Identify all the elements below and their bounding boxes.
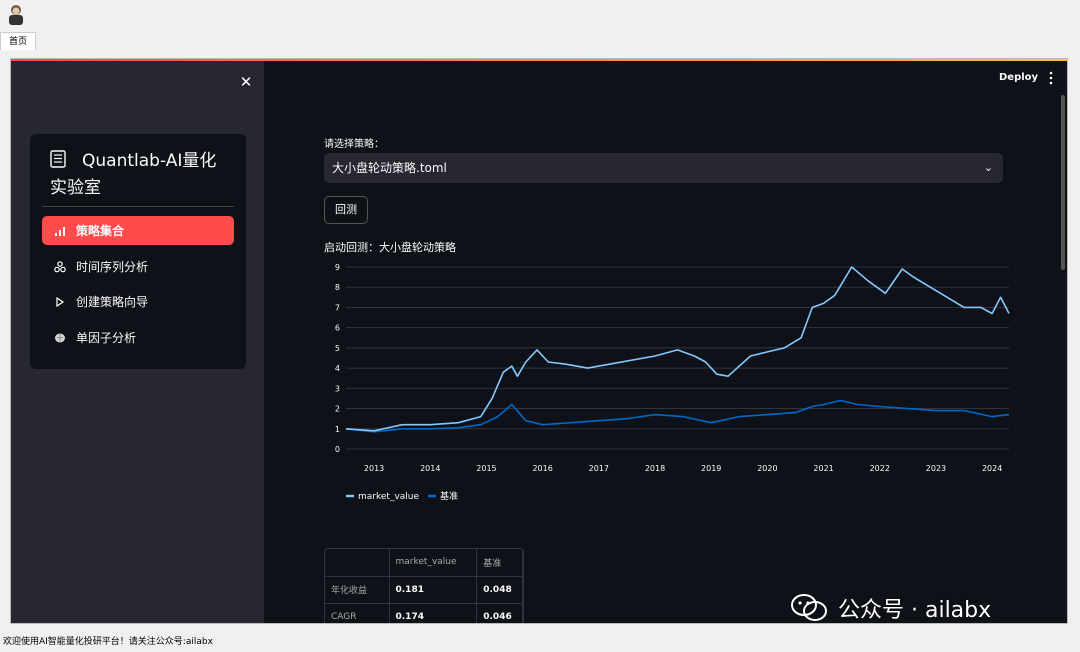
x-tick-label: 2020 [757,464,777,473]
backtest-status-text: 启动回测：大小盘轮动策略 [324,241,456,254]
table-cell-label: 年化收益 [325,576,390,604]
metrics-table: market_value 基准 年化收益 0.181 0.048 CAGR 0.… [324,548,524,623]
legend-label: 基准 [440,490,458,502]
x-tick-label: 2017 [589,464,609,473]
x-tick-label: 2014 [420,464,440,473]
strategy-select-value: 大小盘轮动策略.toml [332,161,447,175]
more-menu-icon[interactable] [1046,70,1056,86]
series-line-benchmark [345,399,1010,433]
chevron-down-icon: ⌄ [983,161,993,174]
watermark-text: 公众号 · ailabx [838,598,992,623]
molecule-icon [53,260,67,274]
y-tick-label: 3 [335,384,340,393]
window-titlebar: 首页 [0,0,1080,50]
main-content: Deploy 请选择策略： 大小盘轮动策略.toml ⌄ 回测 启动回测：大小盘… [264,61,1067,623]
x-tick-label: 2016 [532,464,552,473]
y-tick-label: 4 [335,364,340,373]
sidebar-item-time-series[interactable]: 时间序列分析 [42,252,234,281]
y-tick-label: 8 [335,283,340,292]
x-tick-label: 2015 [476,464,496,473]
watermark: 公众号 · ailabx [790,590,1060,626]
legend-label: market_value [358,492,419,502]
x-tick-label: 2024 [982,464,1002,473]
y-tick-label: 5 [335,344,340,353]
app-avatar-icon[interactable] [6,4,26,26]
y-tick-label: 2 [335,405,340,414]
table-header-benchmark[interactable]: 基准 [476,549,523,577]
sidebar-item-strategy-collection[interactable]: 策略集合 [42,216,234,245]
x-tick-label: 2013 [364,464,384,473]
sidebar-item-label: 时间序列分析 [76,260,149,274]
table-row: 年化收益 0.181 0.048 [325,576,523,604]
status-bar: 欢迎使用AI智能量化投研平台！请关注公众号:ailabx [0,632,1080,652]
y-tick-label: 0 [335,445,340,454]
table-row: CAGR 0.174 0.046 [325,603,523,623]
table-cell-label: CAGR [325,603,390,623]
backtest-button[interactable]: 回测 [324,196,368,224]
strategy-select[interactable]: 大小盘轮动策略.toml ⌄ [324,153,1003,183]
table-header-market-value[interactable]: market_value [389,549,478,577]
brand-title: Quantlab-AI量化 [82,151,217,171]
sidebar-item-single-factor[interactable]: 单因子分析 [42,323,234,352]
brain-icon [53,331,67,345]
x-tick-label: 2022 [870,464,890,473]
y-tick-label: 6 [335,324,340,333]
scrollbar[interactable] [1061,95,1065,270]
app-frame: ✕ Quantlab-AI量化 实验室 策略集合 时间序列分析 创建策略向导 单… [10,58,1068,624]
equity-chart: 0 1 2 3 4 5 6 7 8 9 2013 2014 2015 2016 2017 2018 2019 20… [335,263,1010,502]
play-icon [53,295,67,309]
brand: Quantlab-AI量化 实验室 [50,148,236,202]
brand-title-line2: 实验室 [50,178,101,198]
close-sidebar-icon[interactable]: ✕ [237,73,255,91]
x-tick-label: 2021 [813,464,833,473]
strategy-select-label: 请选择策略： [324,139,384,150]
table-cell: 0.174 [389,603,478,623]
nav-card: Quantlab-AI量化 实验室 策略集合 时间序列分析 创建策略向导 单因子… [30,134,246,369]
sidebar-item-label: 创建策略向导 [76,295,149,309]
y-tick-label: 1 [335,425,340,434]
brand-divider [42,206,234,207]
sidebar: ✕ Quantlab-AI量化 实验室 策略集合 时间序列分析 创建策略向导 单… [11,61,264,623]
deploy-button[interactable]: Deploy [999,72,1038,83]
table-cell: 0.181 [389,576,478,604]
x-tick-label: 2019 [701,464,721,473]
x-tick-label: 2023 [926,464,946,473]
series-line-market-value [345,266,1010,432]
document-icon [50,150,66,168]
table-cell: 0.048 [476,576,523,604]
table-header-index [325,549,390,577]
table-cell: 0.046 [476,603,523,623]
bar-chart-icon [53,224,67,238]
sidebar-item-label: 策略集合 [76,224,125,238]
sidebar-item-create-wizard[interactable]: 创建策略向导 [42,287,234,316]
y-tick-label: 9 [335,263,340,272]
sidebar-item-label: 单因子分析 [76,331,137,345]
x-tick-label: 2018 [645,464,665,473]
tab-home[interactable]: 首页 [0,32,37,50]
wechat-icon [791,594,827,621]
y-tick-label: 7 [335,303,340,312]
